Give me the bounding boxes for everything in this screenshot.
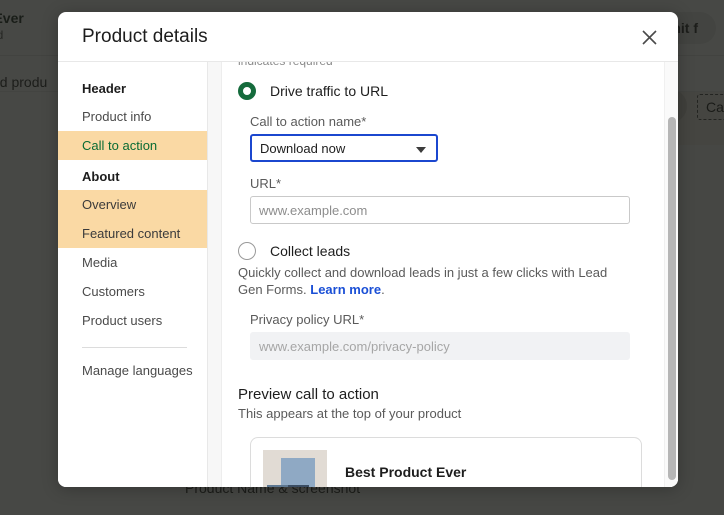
- sidebar-item-media[interactable]: Media: [58, 248, 207, 277]
- nav-group-header: Header: [82, 81, 127, 96]
- radio-selected-icon: [238, 82, 256, 100]
- product-image-placeholder-icon: [263, 450, 327, 487]
- thumb-shape-2: [267, 485, 288, 487]
- preview-section-subtitle: This appears at the top of your product: [238, 406, 462, 421]
- sidebar-item-overview[interactable]: Overview: [58, 190, 207, 219]
- privacy-policy-input[interactable]: www.example.com/privacy-policy: [250, 332, 630, 360]
- close-icon[interactable]: [634, 22, 664, 52]
- collect-leads-helper-text: Quickly collect and download leads in ju…: [238, 264, 628, 298]
- url-label: URL*: [250, 176, 282, 191]
- thumb-shape-1: [281, 458, 315, 487]
- scrollbar-thumb[interactable]: [668, 117, 676, 480]
- chevron-down-icon: [416, 147, 426, 153]
- url-placeholder: www.example.com: [259, 202, 368, 218]
- radio-drive-traffic-label: Drive traffic to URL: [270, 83, 388, 99]
- radio-collect-leads[interactable]: Collect leads: [238, 242, 646, 260]
- radio-collect-leads-label: Collect leads: [270, 243, 351, 259]
- preview-section-title: Preview call to action: [238, 386, 379, 403]
- modal-sidebar: Header Product info Call to action About…: [58, 62, 208, 487]
- sidebar-item-product-users[interactable]: Product users: [58, 306, 207, 335]
- sidebar-gutter: [208, 62, 222, 487]
- url-input[interactable]: www.example.com: [250, 196, 630, 224]
- helper-text-post: .: [381, 282, 385, 297]
- cta-name-selected-value: Download now: [260, 140, 346, 156]
- call-to-action-form: indicates required Drive traffic to URL …: [222, 62, 662, 487]
- nav-group-about: About: [82, 169, 120, 184]
- preview-card: Best Product Ever Download now: [250, 437, 642, 487]
- preview-product-name: Best Product Ever: [345, 464, 467, 480]
- content-scrollbar[interactable]: [664, 62, 678, 487]
- modal-header: Product details: [58, 12, 678, 62]
- sidebar-item-manage-languages[interactable]: Manage languages: [58, 356, 207, 385]
- indicates-required-note: indicates required: [238, 62, 646, 68]
- modal-content-scroll-area: indicates required Drive traffic to URL …: [222, 62, 678, 487]
- privacy-policy-label: Privacy policy URL*: [250, 312, 365, 327]
- product-details-modal: Product details Header Product info Call…: [58, 12, 678, 487]
- page-title: Product details: [82, 25, 208, 47]
- radio-drive-traffic[interactable]: Drive traffic to URL: [238, 82, 646, 100]
- thumb-shape-3: [288, 485, 309, 487]
- sidebar-item-call-to-action[interactable]: Call to action: [58, 131, 207, 160]
- sidebar-item-product-info[interactable]: Product info: [58, 102, 207, 131]
- cta-name-select[interactable]: Download now: [250, 134, 438, 162]
- close-glyph: [641, 29, 657, 45]
- cta-name-label: Call to action name*: [250, 114, 367, 129]
- sidebar-item-featured-content[interactable]: Featured content: [58, 219, 207, 248]
- sidebar-divider: [82, 347, 187, 348]
- helper-text-pre: Quickly collect and download leads in ju…: [238, 265, 608, 297]
- sidebar-item-customers[interactable]: Customers: [58, 277, 207, 306]
- modal-body: Header Product info Call to action About…: [58, 62, 678, 487]
- learn-more-link[interactable]: Learn more: [310, 282, 381, 297]
- radio-unselected-icon: [238, 242, 256, 260]
- privacy-policy-placeholder: www.example.com/privacy-policy: [259, 338, 450, 354]
